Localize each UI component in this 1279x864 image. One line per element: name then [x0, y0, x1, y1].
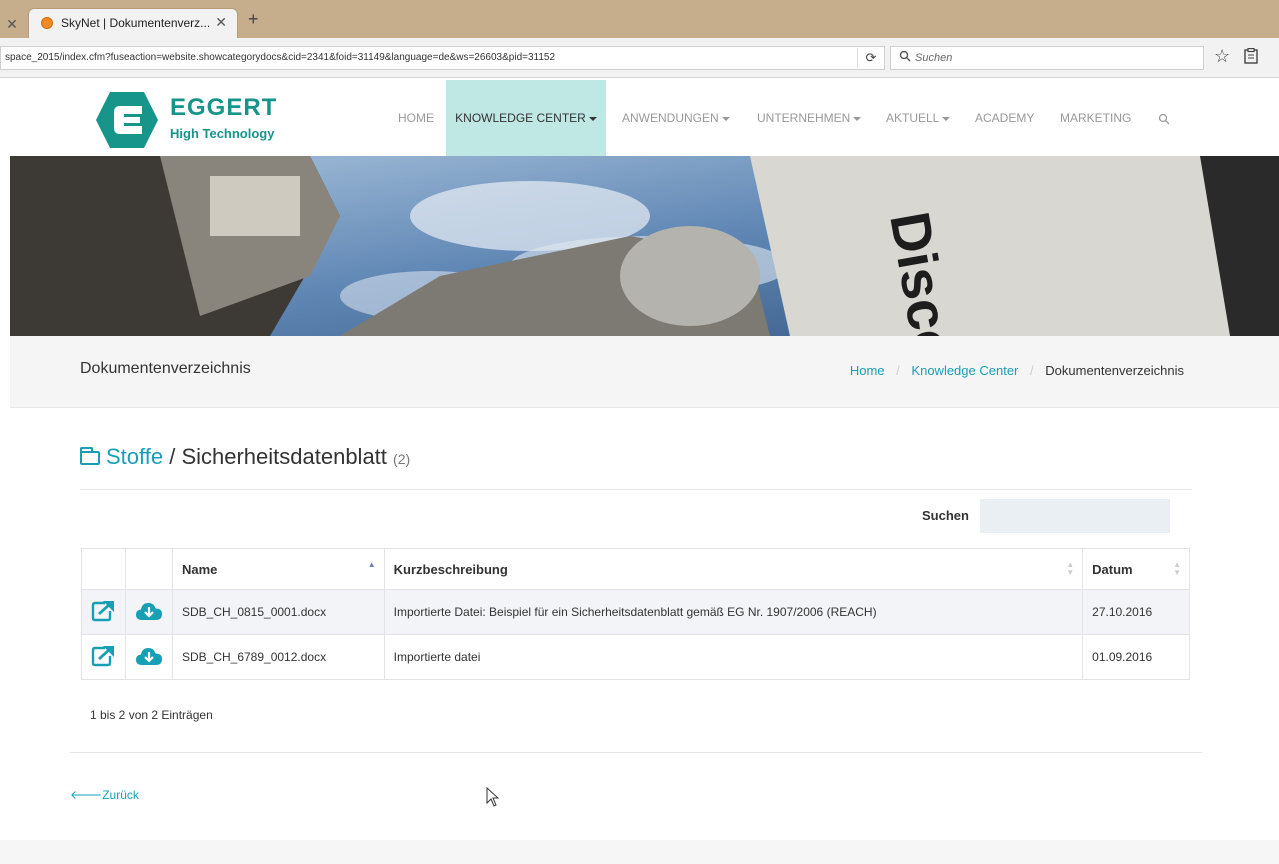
column-header-name-label: Name — [181, 561, 218, 577]
external-link-icon[interactable] — [91, 645, 115, 667]
chevron-down-icon — [853, 116, 862, 121]
breadcrumb: Home / Knowledge Center / Dokumentenverz… — [850, 363, 1184, 378]
document-name[interactable]: SDB_CH_6789_0012.docx — [171, 634, 385, 680]
column-header-datum-label: Datum — [1092, 561, 1133, 577]
back-label: Zurück — [102, 788, 139, 802]
category-link-stoffe[interactable]: Stoffe — [106, 444, 163, 469]
cloud-download-icon[interactable] — [135, 646, 163, 666]
chevron-down-icon — [942, 116, 951, 121]
table-search-input[interactable] — [980, 499, 1170, 533]
breadcrumb-home[interactable]: Home — [850, 363, 885, 378]
search-placeholder: Suchen — [915, 52, 953, 64]
document-date: 01.09.2016 — [1082, 634, 1190, 680]
cloud-download-icon[interactable] — [135, 601, 163, 621]
tab-close-icon[interactable]: ✕ — [0, 10, 24, 38]
table-row: SDB_CH_6789_0012.docx Importierte datei … — [81, 634, 1190, 680]
document-description: Importierte datei — [383, 634, 1084, 680]
menu-anwendungen[interactable]: ANWENDUNGEN — [622, 80, 730, 156]
logo-subtitle: High Technology — [170, 126, 275, 141]
sort-icon: ▲ ▼ — [1173, 560, 1181, 577]
breadcrumb-separator: / — [896, 363, 900, 378]
browser-nav-bar: space_2015/index.cfm?fuseaction=website.… — [0, 38, 1279, 78]
category-heading: Stoffe / Sicherheitsdatenblatt (2) — [80, 444, 410, 470]
hero-banner-image: Discove — [10, 156, 1279, 336]
site-favicon-icon — [41, 17, 53, 29]
bookmark-star-icon[interactable]: ☆ — [1214, 46, 1230, 67]
folder-icon — [80, 447, 100, 465]
document-date: 27.10.2016 — [1082, 589, 1190, 635]
external-link-icon[interactable] — [91, 600, 115, 622]
column-header-download — [124, 548, 173, 590]
menu-unternehmen[interactable]: UNTERNEHMEN — [757, 80, 862, 156]
menu-knowledge-center[interactable]: KNOWLEDGE CENTER — [446, 80, 606, 156]
reload-icon[interactable]: ⟳ — [857, 48, 884, 68]
table-header-row: Name ▲ Kurzbeschreibung ▲ ▼ Datum ▲ ▼ — [81, 548, 1190, 590]
browser-tab[interactable]: SkyNet | Dokumentenverz... ✕ — [28, 8, 238, 38]
chevron-down-icon — [721, 116, 730, 121]
column-header-name[interactable]: Name ▲ — [171, 548, 385, 590]
menu-academy[interactable]: ACADEMY — [975, 80, 1034, 156]
sort-icon: ▲ ▼ — [1066, 560, 1075, 577]
table-info: 1 bis 2 von 2 Einträgen — [90, 708, 213, 722]
site-search-icon[interactable] — [1158, 80, 1170, 156]
divider — [80, 489, 1192, 490]
table-search-label: Suchen — [922, 508, 969, 523]
menu-home[interactable]: HOME — [398, 80, 434, 156]
address-bar[interactable]: space_2015/index.cfm?fuseaction=website.… — [0, 46, 885, 70]
breadcrumb-current: Dokumentenverzeichnis — [1045, 363, 1184, 378]
site-header: EGGERT High Technology HOME KNOWLEDGE CE… — [10, 80, 1279, 156]
document-description: Importierte Datei: Beispiel für ein Sich… — [383, 589, 1084, 635]
document-count: (2) — [393, 451, 411, 467]
search-icon — [899, 50, 911, 65]
column-header-kurzbeschreibung-label: Kurzbeschreibung — [393, 561, 508, 577]
divider — [70, 752, 1202, 753]
eggert-logo-icon[interactable] — [96, 92, 158, 148]
breadcrumb-knowledge-center[interactable]: Knowledge Center — [911, 363, 1018, 378]
tab-title: SkyNet | Dokumentenverz... — [61, 16, 211, 30]
menu-marketing[interactable]: MARKETING — [1060, 80, 1131, 156]
documents-table: Name ▲ Kurzbeschreibung ▲ ▼ Datum ▲ ▼ SDB_CH_… — [81, 548, 1190, 680]
heading-separator: / — [163, 444, 182, 469]
open-cell — [81, 589, 126, 635]
mouse-cursor-icon — [486, 787, 500, 807]
back-link[interactable]: 🡐Zurück — [70, 787, 139, 802]
browser-tab-bar: ✕ SkyNet | Dokumentenverz... ✕ + — [0, 0, 1279, 38]
chevron-down-icon — [588, 116, 597, 121]
column-header-open — [81, 548, 126, 590]
open-cell — [81, 634, 126, 680]
page-title: Dokumentenverzeichnis — [80, 360, 251, 377]
browser-search-field[interactable]: Suchen — [890, 46, 1204, 70]
page-footer-area — [0, 840, 1279, 864]
download-cell — [124, 589, 173, 635]
page-header-bar: Dokumentenverzeichnis Home / Knowledge C… — [10, 336, 1279, 408]
url-text: space_2015/index.cfm?fuseaction=website.… — [5, 52, 556, 63]
new-tab-icon[interactable]: + — [248, 9, 259, 30]
sort-ascending-icon: ▲ — [367, 560, 376, 569]
table-row: SDB_CH_0815_0001.docx Importierte Datei:… — [81, 589, 1190, 635]
column-header-kurzbeschreibung[interactable]: Kurzbeschreibung ▲ ▼ — [383, 548, 1084, 590]
arrow-left-icon: 🡐 — [70, 788, 103, 802]
reading-list-icon[interactable] — [1244, 47, 1258, 68]
document-name[interactable]: SDB_CH_0815_0001.docx — [171, 589, 385, 635]
category-title: Sicherheitsdatenblatt — [181, 444, 387, 469]
menu-aktuell[interactable]: AKTUELL — [886, 80, 951, 156]
breadcrumb-separator: / — [1030, 363, 1034, 378]
close-icon[interactable]: ✕ — [215, 14, 227, 31]
column-header-datum[interactable]: Datum ▲ ▼ — [1082, 548, 1190, 590]
logo-name: EGGERT — [170, 94, 278, 121]
download-cell — [124, 634, 173, 680]
